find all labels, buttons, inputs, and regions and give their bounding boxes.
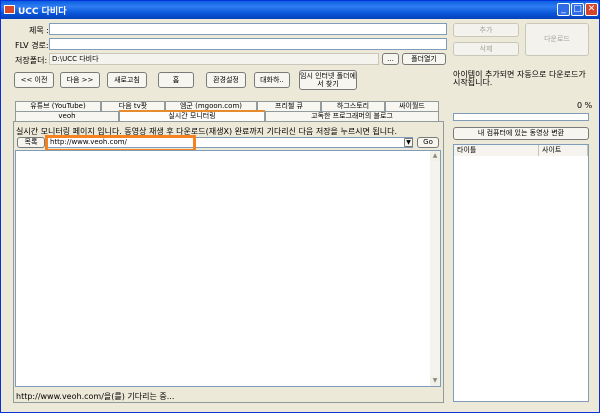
title-label: 제목 : (29, 26, 49, 35)
status-text: http://www.veoh.com/을(를) 기다리는 중... (16, 392, 175, 401)
chat-button[interactable]: 대화하.. (254, 72, 290, 88)
title-bar[interactable]: UCC 다비다 _ □ ✕ (1, 1, 599, 19)
maximize-icon[interactable]: □ (571, 3, 584, 16)
window-title: UCC 다비다 (18, 7, 67, 17)
download-info-text: 아이템이 추가되면 자동으로 다운로드가 시작됩니다. (453, 70, 586, 87)
main-window: UCC 다비다 _ □ ✕ 제목 : FLV 경로: 저장폴더: D:\UCC … (0, 0, 600, 413)
progress-percent: 0 % (577, 101, 593, 110)
home-button[interactable]: 홈 (158, 72, 194, 88)
browser-view[interactable]: ▲ ▼ (15, 150, 441, 387)
internet-temp-folder-button[interactable]: 임시 인터넷 폴더에서 찾기 (299, 70, 357, 90)
tab-youtube[interactable]: 유튜브 (YouTube) (15, 101, 101, 111)
go-button[interactable]: Go (417, 137, 439, 148)
column-header-site[interactable]: 사이트 (539, 145, 588, 156)
convert-local-video-button[interactable]: 내 컴퓨터에 있는 동영상 변환 (453, 127, 589, 140)
scroll-up-icon[interactable]: ▲ (430, 151, 440, 161)
app-icon (4, 5, 15, 14)
back-button[interactable]: << 이전 (14, 72, 54, 88)
tab-programmer-blog[interactable]: 고독한 프로그래머의 블로그 (265, 111, 439, 121)
save-folder-label: 저장폴더: (15, 56, 48, 65)
tab-hagstory[interactable]: 하그스토리 (321, 101, 385, 111)
forward-button[interactable]: 다음 >> (60, 72, 100, 88)
flv-path-field[interactable] (49, 38, 447, 50)
column-header-title[interactable]: 타이틀 (454, 145, 539, 156)
delete-button[interactable]: 삭제 (453, 42, 519, 56)
close-icon[interactable]: ✕ (585, 3, 598, 16)
settings-button[interactable]: 환경설정 (206, 72, 246, 88)
open-folder-button[interactable]: 폴더열기 (402, 53, 446, 65)
download-progress-bar (453, 113, 589, 121)
browse-button[interactable]: ... (382, 53, 399, 65)
tab-realtime-monitoring[interactable]: 실시간 모니터링 (119, 110, 265, 121)
refresh-button[interactable]: 새로고침 (107, 72, 147, 88)
tab-veoh[interactable]: veoh (15, 111, 119, 121)
flv-path-label: FLV 경로: (15, 41, 49, 50)
minimize-icon[interactable]: _ (557, 3, 570, 16)
scroll-down-icon[interactable]: ▼ (430, 376, 440, 386)
tab-freechal[interactable]: 프리첼 큐 (257, 101, 321, 111)
title-field[interactable] (49, 23, 447, 35)
add-button[interactable]: 추가 (453, 23, 519, 37)
browser-scrollbar[interactable]: ▲ ▼ (430, 151, 440, 386)
download-list[interactable]: 타이틀 사이트 (453, 144, 589, 402)
tab-cyworld[interactable]: 싸이월드 (385, 101, 439, 111)
save-folder-field: D:\UCC 다비다 (49, 53, 379, 65)
list-button[interactable]: 목록 (17, 137, 45, 148)
url-dropdown-icon[interactable]: ▼ (404, 138, 413, 147)
download-button[interactable]: 다운로드 (525, 23, 589, 56)
